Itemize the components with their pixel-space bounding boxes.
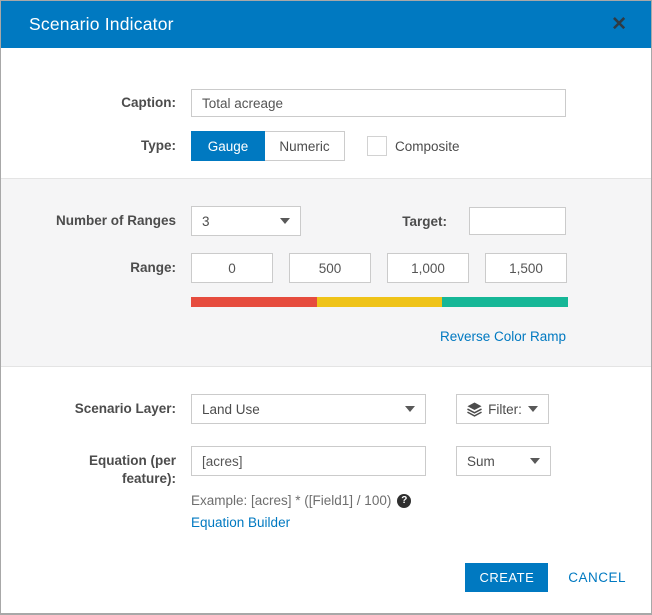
target-input[interactable] (469, 207, 566, 235)
type-row: Type: Gauge Numeric Composite (1, 131, 651, 161)
range-input-1[interactable] (191, 253, 273, 283)
range-label: Range: (130, 260, 176, 276)
composite-wrap: Composite (367, 136, 460, 156)
ranges-section: Number of Ranges 3 Target: Range: Revers… (1, 178, 651, 367)
equation-label-line1: Equation (per (89, 453, 176, 468)
color-ramp-segment-red (191, 297, 317, 307)
filter-label: Filter: (488, 401, 522, 417)
close-icon[interactable]: ✕ (611, 15, 627, 34)
scenario-layer-label: Scenario Layer: (74, 401, 176, 417)
cancel-button[interactable]: CANCEL (568, 570, 626, 585)
composite-checkbox[interactable] (367, 136, 387, 156)
dialog-header: Scenario Indicator ✕ (1, 1, 651, 48)
equation-input[interactable] (191, 446, 426, 476)
composite-label: Composite (395, 138, 460, 154)
equation-label-line2: feature): (121, 470, 176, 486)
target-label: Target: (402, 213, 447, 229)
equation-label: Equation (per feature): (16, 446, 176, 487)
type-label: Type: (140, 138, 176, 154)
caption-row: Caption: (1, 89, 651, 117)
equation-example-text: Example: [acres] * ([Field1] / 100) (191, 493, 392, 509)
range-row: Range: (1, 253, 651, 283)
equation-builder-link[interactable]: Equation Builder (191, 515, 290, 530)
aggregate-value: Sum (467, 453, 495, 469)
aggregate-dropdown[interactable]: Sum (456, 446, 551, 476)
number-of-ranges-label: Number of Ranges (55, 213, 176, 229)
range-input-4[interactable] (485, 253, 567, 283)
help-icon[interactable]: ? (397, 493, 412, 508)
number-of-ranges-value: 3 (202, 213, 210, 229)
filter-button[interactable]: Filter: (456, 394, 549, 424)
chevron-down-icon (530, 458, 540, 464)
reverse-color-ramp-link[interactable]: Reverse Color Ramp (440, 329, 566, 344)
dialog-title: Scenario Indicator (29, 14, 174, 34)
type-toggle: Gauge Numeric (191, 131, 345, 161)
number-of-ranges-row: Number of Ranges 3 Target: (1, 206, 651, 236)
scenario-layer-row: Scenario Layer: Land Use Filter: (1, 394, 651, 424)
dialog-footer: CREATE CANCEL (465, 563, 626, 592)
create-button[interactable]: CREATE (465, 563, 549, 592)
caption-label: Caption: (121, 95, 176, 111)
scenario-layer-value: Land Use (202, 401, 260, 417)
equation-builder-wrap: Equation Builder (191, 514, 651, 532)
equation-row: Equation (per feature): Sum (1, 446, 651, 487)
chevron-down-icon (527, 406, 538, 412)
number-of-ranges-dropdown[interactable]: 3 (191, 206, 301, 236)
type-option-numeric[interactable]: Numeric (265, 131, 345, 161)
scenario-indicator-dialog: Scenario Indicator ✕ Caption: Type: Gaug… (0, 0, 652, 615)
chevron-down-icon (280, 218, 290, 224)
equation-example-line: Example: [acres] * ([Field1] / 100) ? (191, 493, 651, 508)
layers-icon (467, 401, 483, 417)
color-ramp (191, 297, 569, 307)
chevron-down-icon (405, 406, 415, 412)
type-option-gauge[interactable]: Gauge (191, 131, 265, 161)
reverse-color-ramp-wrap: Reverse Color Ramp (1, 328, 651, 346)
range-input-2[interactable] (289, 253, 371, 283)
range-input-3[interactable] (387, 253, 469, 283)
color-ramp-segment-yellow (316, 297, 443, 307)
color-ramp-segment-green (442, 297, 569, 307)
caption-input[interactable] (191, 89, 566, 117)
scenario-layer-dropdown[interactable]: Land Use (191, 394, 426, 424)
